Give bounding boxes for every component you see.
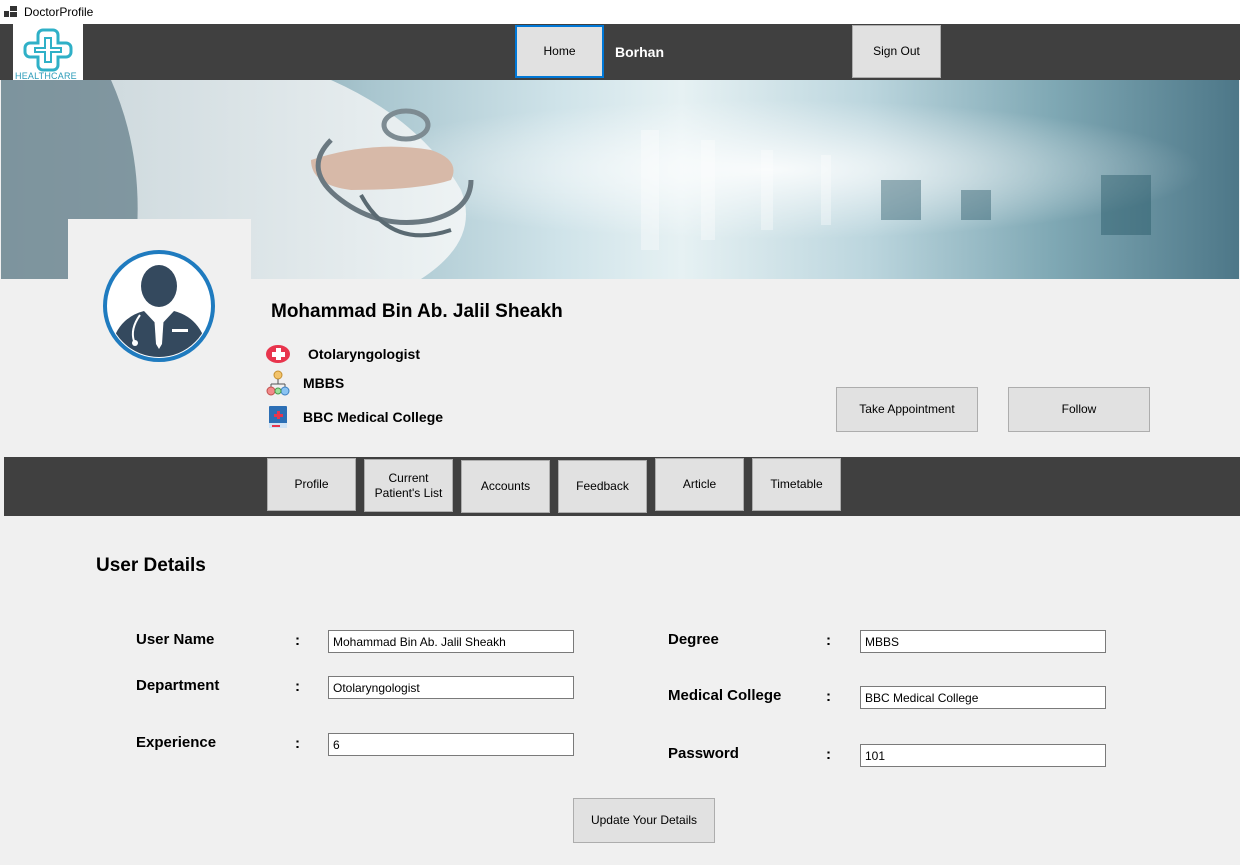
experience-field[interactable] bbox=[328, 733, 574, 756]
experience-colon: : bbox=[295, 735, 300, 752]
tab-accounts[interactable]: Accounts bbox=[461, 460, 550, 513]
tab-feedback[interactable]: Feedback bbox=[558, 460, 647, 513]
department-colon: : bbox=[295, 678, 300, 695]
medical-college-label: Medical College bbox=[668, 687, 782, 704]
tab-article[interactable]: Article bbox=[655, 458, 744, 511]
take-appointment-button[interactable]: Take Appointment bbox=[836, 387, 978, 432]
user-details-heading: User Details bbox=[96, 555, 206, 576]
doctor-name-heading: Mohammad Bin Ab. Jalil Sheakh bbox=[271, 301, 563, 322]
tab-profile[interactable]: Profile bbox=[267, 458, 356, 511]
tab-current-patients-line2: Patient's List bbox=[374, 485, 443, 500]
tab-current-patients-line1: Current bbox=[388, 470, 429, 485]
follow-button[interactable]: Follow bbox=[1008, 387, 1150, 432]
sign-out-button[interactable]: Sign Out bbox=[852, 25, 941, 78]
medical-college-colon: : bbox=[826, 688, 831, 705]
college-text: BBC Medical College bbox=[303, 409, 444, 425]
password-label: Password bbox=[668, 745, 739, 762]
medical-college-field[interactable] bbox=[860, 686, 1106, 709]
username-colon: : bbox=[295, 632, 300, 649]
logged-in-username: Borhan bbox=[615, 44, 664, 60]
password-colon: : bbox=[826, 746, 831, 763]
window-icon bbox=[4, 6, 18, 18]
home-button[interactable]: Home bbox=[515, 25, 604, 78]
red-cross-icon bbox=[266, 345, 290, 363]
tab-current-patients[interactable]: Current Patient's List bbox=[364, 459, 453, 512]
degree-field[interactable] bbox=[860, 630, 1106, 653]
medical-cross-icon bbox=[23, 28, 73, 72]
degree-colon: : bbox=[826, 632, 831, 649]
degree-label: Degree bbox=[668, 631, 719, 648]
degree-row: MBBS bbox=[265, 370, 344, 396]
people-network-icon bbox=[266, 370, 290, 396]
tab-timetable[interactable]: Timetable bbox=[752, 458, 841, 511]
healthcare-logo: HEALTHCARE bbox=[13, 24, 83, 80]
username-field[interactable] bbox=[328, 630, 574, 653]
department-label: Department bbox=[136, 677, 220, 694]
department-field[interactable] bbox=[328, 676, 574, 699]
update-details-button[interactable]: Update Your Details bbox=[573, 798, 715, 843]
department-text: Otolaryngologist bbox=[308, 346, 420, 362]
doctor-avatar-icon bbox=[103, 250, 215, 362]
department-row: Otolaryngologist bbox=[265, 344, 420, 364]
window-titlebar: DoctorProfile bbox=[0, 0, 1240, 24]
college-row: BBC Medical College bbox=[265, 404, 443, 430]
username-label: User Name bbox=[136, 631, 215, 648]
degree-text: MBBS bbox=[303, 375, 345, 391]
logo-text: HEALTHCARE bbox=[15, 71, 77, 80]
window-title: DoctorProfile bbox=[24, 5, 94, 19]
profile-picture-frame bbox=[68, 219, 251, 394]
experience-label: Experience bbox=[136, 734, 217, 751]
medical-book-icon bbox=[269, 406, 287, 428]
password-field[interactable] bbox=[860, 744, 1106, 767]
